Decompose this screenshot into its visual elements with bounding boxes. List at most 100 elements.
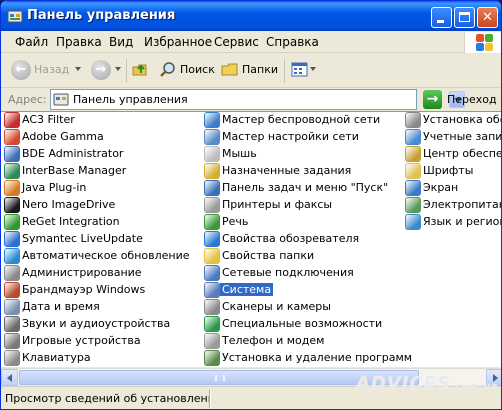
close-button[interactable]: ✕ <box>477 7 498 28</box>
regional-icon <box>405 214 421 230</box>
printer-icon <box>204 197 220 213</box>
search-label: Поиск <box>180 63 215 76</box>
fonts-icon <box>405 163 421 179</box>
item-label: Брандмауэр Windows <box>22 283 146 296</box>
go-arrow-icon[interactable]: → <box>423 90 442 109</box>
security-center-icon <box>405 146 421 162</box>
item-label: Adobe Gamma <box>22 130 104 143</box>
status-divider <box>209 390 211 408</box>
item-label: Телефон и модем <box>222 334 325 347</box>
speaker-icon <box>4 316 20 332</box>
control-panel-small-icon <box>53 93 69 106</box>
menu-file[interactable]: Файл <box>15 35 48 49</box>
title-bar[interactable]: Панель управления ✕ <box>1 1 501 31</box>
arrow-left-icon <box>7 374 12 382</box>
item-label: Мастер беспроводной сети <box>222 113 381 126</box>
item-label: Экран <box>423 181 459 194</box>
close-icon: ✕ <box>482 10 493 25</box>
toolbar-separator <box>284 59 285 83</box>
item-label: Автоматическое обновление <box>22 249 190 262</box>
back-button[interactable]: ← Назад <box>11 60 81 82</box>
grip-icon <box>215 375 225 381</box>
folders-button[interactable]: Папки <box>221 60 279 82</box>
bde-admin-icon <box>4 146 20 162</box>
menu-favorites[interactable]: Избранное <box>144 35 212 49</box>
phone-icon <box>204 333 220 349</box>
views-icon <box>291 62 308 77</box>
views-dropdown-icon <box>310 67 316 71</box>
item-label: Клавиатура <box>22 351 91 364</box>
back-label: Назад <box>34 63 70 76</box>
java-icon <box>4 180 20 196</box>
toolbar: ← Назад → Поиск Папки <box>1 54 501 88</box>
item-label: Звуки и аудиоустройства <box>22 317 171 330</box>
wireless-icon <box>204 112 220 128</box>
item-label: Сетевые подключения <box>222 266 354 279</box>
minimize-button[interactable] <box>431 7 452 28</box>
keyboard-icon <box>4 350 20 366</box>
item-label: AC3 Filter <box>22 113 75 126</box>
item-label: Система <box>220 283 274 296</box>
ac3-filter-icon <box>4 112 20 128</box>
address-bar: Адрес: Панель управления → Переход <box>1 89 501 111</box>
status-text: Просмотр сведений об установленной с <box>5 392 209 405</box>
windows-logo <box>464 32 501 53</box>
item-label: Свойства обозревателя <box>222 232 360 245</box>
up-folder-button[interactable] <box>131 60 151 82</box>
address-field[interactable]: Панель управления <box>50 89 465 110</box>
go-button[interactable]: Переход <box>447 93 497 106</box>
back-arrow-icon: ← <box>11 60 31 80</box>
item-label: BDE Administrator <box>22 147 124 160</box>
forward-arrow-icon: → <box>91 60 111 80</box>
search-button[interactable]: Поиск <box>159 60 215 82</box>
watermark-suffix: .com.ua <box>450 382 499 392</box>
menu-view[interactable]: Вид <box>109 35 133 49</box>
internet-options-icon <box>204 231 220 247</box>
windows-flag-icon <box>476 34 493 51</box>
item-label: Принтеры и факсы <box>222 198 333 211</box>
views-button[interactable] <box>291 60 317 82</box>
item-label: Администрирование <box>22 266 142 279</box>
interbase-icon <box>4 163 20 179</box>
folders-icon <box>221 63 238 76</box>
speech-icon <box>204 214 220 230</box>
item-label: Дата и время <box>22 300 100 313</box>
maximize-icon <box>459 12 470 22</box>
items-view: AC3 Filter Adobe Gamma BDE Administrator In… <box>1 111 502 367</box>
liveupdate-icon <box>4 231 20 247</box>
display-icon <box>405 180 421 196</box>
item-label: Учетные запис <box>423 130 502 143</box>
watermark: ADVICES.com.ua <box>356 373 498 394</box>
toolbar-separator <box>126 59 127 83</box>
system-icon <box>204 282 220 298</box>
item-label: Установка обор <box>423 113 501 126</box>
menu-tools[interactable]: Сервис <box>214 35 259 49</box>
add-hardware-icon <box>405 112 421 128</box>
auto-update-icon <box>4 248 20 264</box>
control-panel-icon <box>7 10 23 23</box>
mouse-icon <box>204 146 220 162</box>
clock-icon <box>4 299 20 315</box>
item-label: Установка и удаление программ <box>222 351 413 364</box>
watermark-text: ADVICES <box>356 373 451 394</box>
item-label: Java Plug-in <box>22 181 87 194</box>
user-accounts-icon <box>405 129 421 145</box>
item-label: Электропитани <box>423 198 501 211</box>
menu-edit[interactable]: Правка <box>56 35 102 49</box>
item-label: Мышь <box>222 147 257 160</box>
network-wizard-icon <box>204 129 220 145</box>
maximize-button[interactable] <box>454 7 475 28</box>
network-connections-icon <box>204 265 220 281</box>
forward-button[interactable]: → <box>91 60 123 82</box>
item-label: Сканеры и камеры <box>222 300 331 313</box>
menu-help[interactable]: Справка <box>266 35 319 49</box>
item-label: Мастер настройки сети <box>222 130 359 143</box>
firewall-icon <box>4 282 20 298</box>
scroll-left-button[interactable] <box>1 369 18 386</box>
item-label: Шрифты <box>423 164 474 177</box>
taskbar-icon <box>204 180 220 196</box>
item-label: Речь <box>222 215 249 228</box>
item-label: Symantec LiveUpdate <box>22 232 143 245</box>
minimize-icon <box>437 20 444 23</box>
item-label: Свойства папки <box>222 249 315 262</box>
